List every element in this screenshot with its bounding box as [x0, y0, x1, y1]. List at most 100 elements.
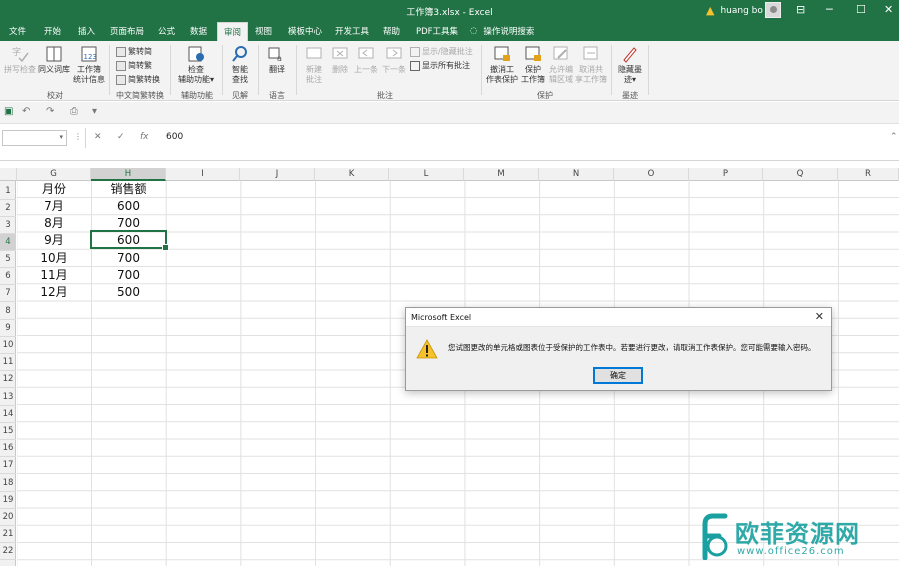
column-header[interactable]: K	[315, 168, 389, 181]
hide-ink-button[interactable]: 隐藏墨 迹▾	[615, 45, 645, 85]
cell-sales[interactable]: 700	[91, 267, 166, 284]
to-simplified-button[interactable]: 繁转简	[116, 46, 152, 57]
row-header[interactable]: 20	[0, 509, 16, 526]
row-header[interactable]: 11	[0, 354, 16, 371]
cell-sales[interactable]: 600	[91, 198, 166, 215]
check-accessibility-button[interactable]: 检查 辅助功能▾	[176, 45, 216, 85]
column-header[interactable]: G	[17, 168, 91, 181]
cell-month[interactable]: 12月	[17, 284, 91, 301]
row-header[interactable]: 16	[0, 440, 16, 457]
row-header[interactable]: 5	[0, 251, 16, 268]
column-header[interactable]: Q	[763, 168, 838, 181]
tab-formulas[interactable]: 公式	[158, 25, 175, 37]
cell-month[interactable]: 7月	[17, 198, 91, 215]
redo-icon[interactable]: ↷	[46, 106, 54, 117]
workbook-stats-button[interactable]: 123 工作簿 统计信息	[72, 45, 106, 85]
name-box[interactable]: ▾	[2, 130, 67, 146]
column-header[interactable]: L	[389, 168, 464, 181]
row-header[interactable]: 19	[0, 492, 16, 509]
translate-button[interactable]: a 翻译	[264, 45, 290, 75]
save-icon[interactable]: ▣	[4, 106, 13, 117]
restore-button[interactable]: ☐	[856, 3, 866, 16]
user-area[interactable]: ▲ huang bo	[706, 4, 763, 17]
ok-button[interactable]: 确定	[593, 367, 643, 384]
tab-help[interactable]: 帮助	[383, 25, 400, 37]
column-header-selected[interactable]: H	[91, 168, 166, 181]
show-hide-comment-button[interactable]: 显示/隐藏批注	[410, 46, 473, 57]
smart-lookup-button[interactable]: 智能 查找	[227, 45, 253, 85]
row-header[interactable]: 17	[0, 457, 16, 474]
tell-me-search[interactable]: ◌ 操作说明搜索	[470, 25, 534, 37]
row-header[interactable]: 14	[0, 406, 16, 423]
cell-month[interactable]: 10月	[17, 250, 91, 267]
convert-button[interactable]: 简繁转换	[116, 74, 160, 85]
row-header[interactable]: 13	[0, 389, 16, 406]
ribbon-display-icon[interactable]: ⊟	[796, 3, 805, 16]
tab-home[interactable]: 开始	[44, 25, 61, 37]
tab-file[interactable]: 文件	[9, 25, 26, 37]
to-traditional-button[interactable]: 简转繁	[116, 60, 152, 71]
column-header[interactable]: M	[464, 168, 539, 181]
dialog-close-icon[interactable]: ✕	[815, 310, 824, 323]
tab-page-layout[interactable]: 页面布局	[110, 25, 144, 37]
row-header[interactable]: 18	[0, 475, 16, 492]
delete-comment-button[interactable]: 删除	[328, 45, 352, 75]
fx-icon[interactable]: fx	[140, 132, 149, 142]
cell-month[interactable]: 8月	[17, 215, 91, 232]
row-header[interactable]: 2	[0, 200, 16, 217]
column-header[interactable]: O	[614, 168, 689, 181]
spelling-button[interactable]: 字 拼写检查	[3, 45, 37, 75]
expand-formula-icon[interactable]: ⌃	[890, 132, 898, 142]
print-preview-icon[interactable]: ⎙	[70, 106, 78, 117]
cell-sales[interactable]: 700	[91, 250, 166, 267]
customize-qat-icon[interactable]: ▾	[92, 106, 97, 117]
tab-review[interactable]: 审阅	[217, 22, 249, 41]
avatar[interactable]	[765, 2, 781, 18]
active-cell-selection[interactable]	[90, 230, 169, 251]
cell-sales[interactable]: 500	[91, 284, 166, 301]
row-header[interactable]: 7	[0, 285, 16, 302]
column-header[interactable]: I	[166, 168, 240, 181]
row-header[interactable]: 8	[0, 303, 16, 320]
tab-view[interactable]: 视图	[255, 25, 272, 37]
protect-workbook-button[interactable]: 保护 工作簿	[519, 45, 547, 85]
formula-input[interactable]: 600	[166, 132, 183, 142]
tab-insert[interactable]: 插入	[78, 25, 95, 37]
user-name[interactable]: huang bo	[720, 6, 762, 16]
allow-edit-ranges-button[interactable]: 允许编 辑区域	[547, 45, 575, 85]
row-header[interactable]: 9	[0, 320, 16, 337]
column-header[interactable]: J	[240, 168, 315, 181]
column-header[interactable]: P	[689, 168, 763, 181]
cell-month[interactable]: 11月	[17, 267, 91, 284]
row-header[interactable]: 10	[0, 337, 16, 354]
row-header[interactable]: 22	[0, 543, 16, 560]
row-header[interactable]: 1	[0, 183, 16, 200]
thesaurus-button[interactable]: 同义词库	[37, 45, 71, 75]
row-header[interactable]: 15	[0, 423, 16, 440]
previous-comment-button[interactable]: 上一条	[352, 45, 380, 75]
row-header[interactable]: 3	[0, 217, 16, 234]
select-all-corner[interactable]	[0, 168, 17, 181]
close-button[interactable]: ✕	[884, 3, 893, 16]
next-comment-button[interactable]: 下一条	[380, 45, 408, 75]
enter-icon[interactable]: ✓	[117, 132, 125, 142]
column-header[interactable]: R	[838, 168, 899, 181]
new-comment-button[interactable]: 新建 批注	[300, 45, 328, 85]
column-header[interactable]: N	[539, 168, 614, 181]
tab-pdf-tools[interactable]: PDF工具集	[416, 25, 458, 37]
row-header[interactable]: 21	[0, 526, 16, 543]
unshare-workbook-button[interactable]: 取消共 享工作簿	[575, 45, 607, 85]
cell-month-header[interactable]: 月份	[17, 181, 91, 198]
show-all-comments-button[interactable]: 显示所有批注	[410, 60, 470, 71]
cell-month[interactable]: 9月	[17, 232, 91, 249]
chevron-down-icon[interactable]: ▾	[59, 133, 63, 141]
unprotect-sheet-button[interactable]: 撤消工 作表保护	[485, 45, 519, 85]
row-header-selected[interactable]: 4	[0, 234, 16, 251]
tab-data[interactable]: 数据	[190, 25, 207, 37]
row-header[interactable]: 12	[0, 371, 16, 388]
tab-developer[interactable]: 开发工具	[335, 25, 369, 37]
undo-icon[interactable]: ↶	[22, 106, 30, 117]
minimize-button[interactable]: ─	[826, 3, 833, 16]
cell-sales-header[interactable]: 销售额	[91, 181, 166, 198]
tab-template-center[interactable]: 模板中心	[288, 25, 322, 37]
